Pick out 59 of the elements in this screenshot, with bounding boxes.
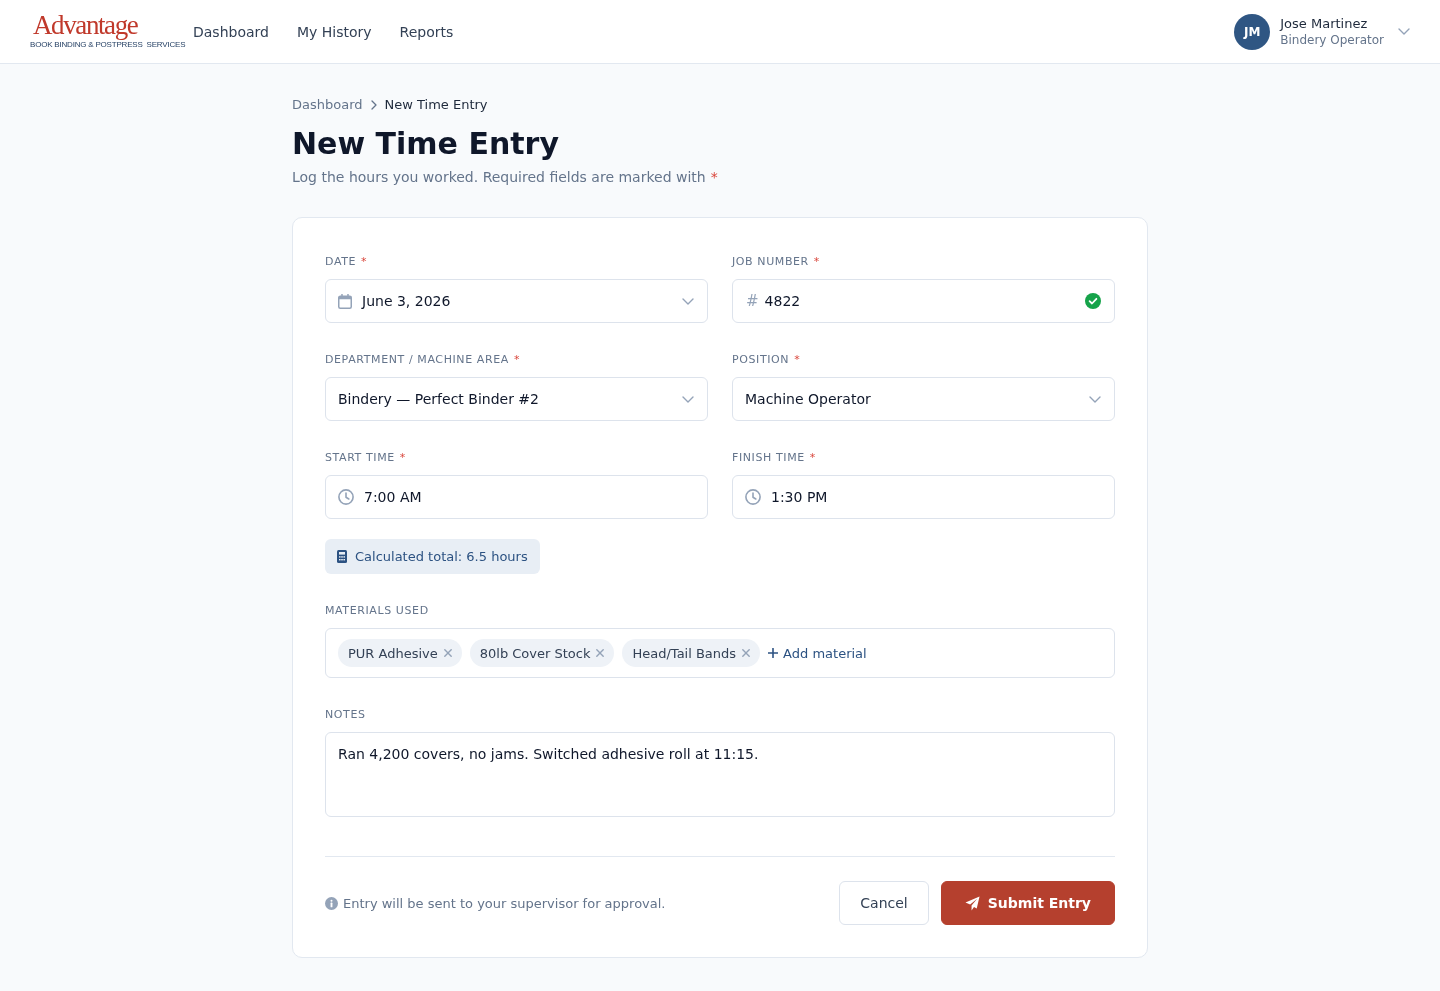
nav-link[interactable]: Dashboard [193,23,269,40]
chevron-down-icon [1089,395,1101,403]
tag-label: PUR Adhesive [348,645,438,661]
required-mark: * [361,255,368,269]
time-field[interactable]: 1:30 PM [732,475,1115,519]
notes-field[interactable]: Ran 4,200 covers, no jams. Switched adhesive roll at 11:15. [325,732,1115,817]
field-label: FINISH TIME [732,451,805,465]
page-title: New Time Entry [292,125,560,163]
nav-link[interactable]: Reports [399,23,454,40]
remove-icon[interactable] [596,649,605,657]
remove-icon[interactable] [742,649,751,657]
cancel-button[interactable]: Cancel [839,881,929,925]
user-avatar: JM [1234,13,1271,50]
required-mark: * [794,353,801,367]
job-number-field[interactable]: # 4822 [732,279,1115,323]
tag-label: Head/Tail Bands [632,645,737,661]
field-label: DATE [325,255,357,269]
breadcrumb-link[interactable]: Dashboard [292,97,363,113]
logo-tagline: BOOK BINDING & POSTPRESS [30,39,143,49]
remove-icon[interactable] [443,649,452,657]
select-field[interactable]: Machine Operator [732,377,1115,421]
time-field[interactable]: 7:00 AM [325,475,708,519]
user-role: Bindery Operator [1280,31,1384,49]
chevron-right-icon [370,100,377,110]
chevron-down-icon [682,395,694,403]
total-hours-text: Calculated total: 6.5 hours [355,549,528,564]
field-label: START TIME [325,451,395,465]
info-icon [325,896,338,910]
materials-field[interactable]: PUR Adhesive 80lb Cover Stock Head/Tail Bands Add material [325,628,1115,678]
logo-tagline: SERVICES [146,39,186,49]
field-label: POSITION [732,353,790,367]
required-mark: * [710,168,718,187]
chevron-down-icon[interactable] [1398,28,1410,35]
nav-link[interactable]: My History [296,23,372,40]
calendar-icon [338,293,352,309]
submit-button[interactable]: Submit Entry [940,881,1115,925]
field-label: JOB NUMBER [732,255,809,269]
clock-icon [338,489,354,505]
field-label: DEPARTMENT / MACHINE AREA [325,353,509,367]
required-mark: * [513,353,520,367]
date-field[interactable]: June 3, 2026 [325,279,708,323]
select-field[interactable]: Bindery — Perfect Binder #2 [325,377,708,421]
tag-label: 80lb Cover Stock [479,645,591,661]
breadcrumb-current: New Time Entry [384,97,488,113]
required-mark: * [809,451,816,465]
required-mark: * [813,255,820,269]
required-mark: * [399,451,406,465]
paper-plane-icon [964,895,980,911]
field-label: MATERIALS USED [325,604,429,618]
approval-note: Entry will be sent to your supervisor for approval. [343,895,666,911]
page-subtitle: Log the hours you worked. Required fields are marked with [292,168,706,187]
hash-prefix: # [746,292,759,310]
chevron-down-icon [682,297,694,305]
plus-icon [768,648,779,658]
add-material-button[interactable]: Add material [768,645,867,661]
field-label: NOTES [325,708,366,722]
clock-icon [745,489,761,505]
calculator-icon [337,550,347,563]
user-name: Jose Martinez [1280,14,1369,32]
